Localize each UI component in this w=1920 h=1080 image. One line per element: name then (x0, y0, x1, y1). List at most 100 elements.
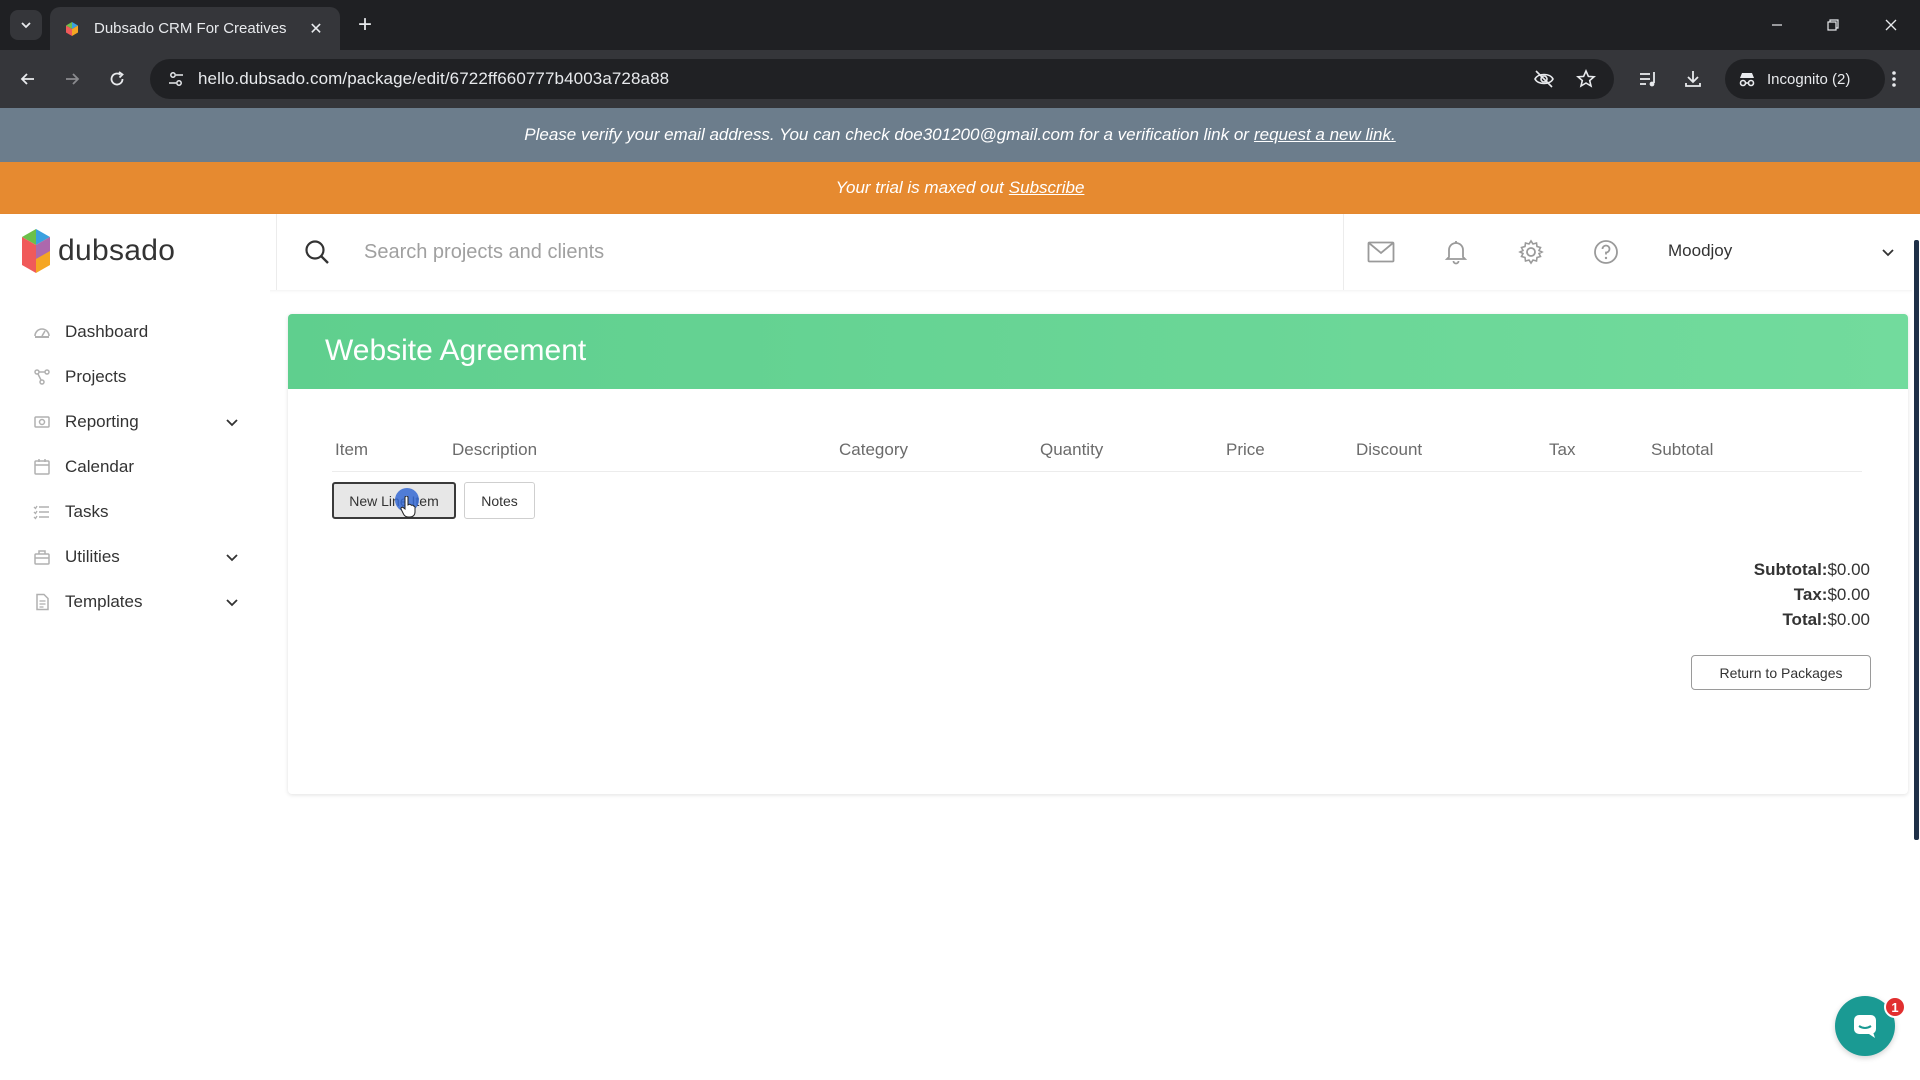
reload-icon (110, 71, 124, 86)
total-value: $0.00 (1827, 610, 1870, 629)
column-header-tax: Tax (1549, 440, 1576, 459)
package-title: Website Agreement (325, 334, 587, 367)
tasks-icon (32, 502, 52, 522)
bookmark-star-icon[interactable] (1574, 67, 1598, 91)
tax-row: Tax:$0.00 (1754, 582, 1870, 607)
notes-button[interactable]: Notes (464, 482, 535, 519)
sidebar-item-projects[interactable]: Projects (0, 355, 270, 399)
chevron-down-icon[interactable] (1878, 242, 1898, 262)
package-card: Website Agreement Item Description Categ… (288, 314, 1908, 794)
subtotal-label: Subtotal: (1753, 560, 1828, 579)
incognito-label: Incognito (2) (1767, 70, 1851, 88)
restore-button[interactable] (1818, 10, 1848, 40)
column-header-discount: Discount (1356, 440, 1423, 459)
request-new-link[interactable]: request a new link. (1254, 125, 1396, 145)
header-divider (332, 471, 1862, 472)
gear-icon[interactable] (1515, 236, 1547, 268)
dubsado-logo-icon (22, 229, 50, 273)
tab-close-icon[interactable]: ✕ (306, 19, 326, 39)
new-line-item-button[interactable]: New Line Item (332, 482, 456, 519)
projects-icon (32, 367, 52, 387)
calendar-icon (32, 457, 52, 477)
column-header-quantity: Quantity (1040, 440, 1104, 459)
sidebar-item-label: Projects (65, 367, 127, 386)
help-icon[interactable] (1590, 236, 1622, 268)
sidebar-item-templates[interactable]: Templates (0, 580, 270, 624)
incognito-button[interactable]: Incognito (2) (1725, 59, 1885, 99)
url-text: hello.dubsado.com/package/edit/6722ff660… (198, 69, 670, 88)
chevron-down-icon (21, 22, 31, 29)
close-window-button[interactable] (1876, 10, 1906, 40)
tax-label: Tax: (1793, 585, 1828, 604)
mail-icon[interactable] (1365, 236, 1397, 268)
header-divider (276, 214, 277, 290)
package-card-header: Website Agreement (288, 314, 1908, 389)
hand-cursor-icon (400, 496, 416, 518)
return-to-packages-button[interactable]: Return to Packages (1691, 655, 1871, 690)
logo-text: dubsado (58, 234, 176, 267)
sidebar-item-utilities[interactable]: Utilities (0, 535, 270, 579)
sidebar-item-label: Utilities (65, 547, 120, 566)
templates-icon (32, 592, 52, 612)
column-header-description: Description (452, 440, 538, 459)
forward-button[interactable] (57, 64, 87, 94)
back-button[interactable] (13, 64, 43, 94)
subscribe-link[interactable]: Subscribe (1009, 178, 1085, 198)
reporting-icon (32, 412, 52, 432)
sidebar-item-dashboard[interactable]: Dashboard (0, 310, 270, 354)
chevron-down-icon[interactable] (222, 592, 242, 612)
sidebar-item-tasks[interactable]: Tasks (0, 490, 270, 534)
user-name[interactable]: Moodjoy (1668, 241, 1732, 261)
download-icon[interactable] (1679, 65, 1707, 93)
sidebar: Dashboard Projects Reporting Calendar Ta… (0, 290, 270, 1080)
arrow-left-icon (20, 73, 34, 85)
eye-off-icon[interactable] (1532, 67, 1556, 91)
total-label: Total: (1782, 610, 1828, 629)
total-row: Total:$0.00 (1754, 607, 1870, 632)
close-icon (1885, 19, 1897, 31)
column-header-subtotal: Subtotal (1651, 440, 1714, 459)
sidebar-item-label: Templates (65, 592, 143, 611)
reload-button[interactable] (102, 64, 132, 94)
dubsado-favicon-icon (66, 21, 78, 36)
column-header-category: Category (839, 440, 908, 459)
column-header-price: Price (1226, 440, 1265, 459)
browser-tabstrip: Dubsado CRM For Creatives ✕ + (0, 0, 1920, 50)
verify-email-banner: Please verify your email address. You ca… (0, 108, 1920, 162)
trial-text: Your trial is maxed out (835, 178, 1004, 197)
sidebar-item-reporting[interactable]: Reporting (0, 400, 270, 444)
totals-summary: Subtotal:$0.00 Tax:$0.00 Total:$0.00 (1754, 557, 1870, 632)
chevron-down-icon[interactable] (222, 412, 242, 432)
verify-email-text: Please verify your email address. You ca… (524, 125, 1249, 144)
browser-menu-icon[interactable] (1880, 65, 1908, 93)
bell-icon[interactable] (1440, 236, 1472, 268)
sidebar-item-label: Reporting (65, 412, 139, 431)
media-controls-icon[interactable] (1634, 65, 1662, 93)
arrow-right-icon (66, 73, 80, 85)
dubsado-logo[interactable]: dubsado (22, 227, 175, 275)
subtotal-value: $0.00 (1827, 560, 1870, 579)
dashboard-icon (32, 322, 52, 342)
subtotal-row: Subtotal:$0.00 (1754, 557, 1870, 582)
chat-icon (1854, 1015, 1876, 1038)
incognito-icon (1739, 73, 1755, 87)
trial-banner: Your trial is maxed out Subscribe (0, 162, 1920, 214)
restore-icon (1827, 19, 1839, 31)
browser-tab-active[interactable]: Dubsado CRM For Creatives ✕ (50, 7, 340, 50)
utilities-icon (32, 547, 52, 567)
sidebar-item-label: Dashboard (65, 322, 149, 341)
tab-search-button[interactable] (10, 10, 42, 40)
page-scrollbar-thumb[interactable] (1914, 240, 1919, 840)
minimize-icon (1772, 24, 1782, 26)
chevron-down-icon[interactable] (222, 547, 242, 567)
new-tab-button[interactable]: + (352, 12, 378, 38)
app-header: dubsado Moodjoy (0, 214, 1920, 290)
chat-notification-badge: 1 (1884, 996, 1906, 1018)
browser-toolbar: hello.dubsado.com/package/edit/6722ff660… (0, 50, 1920, 108)
sidebar-item-calendar[interactable]: Calendar (0, 445, 270, 489)
column-header-item: Item (335, 440, 369, 459)
site-info-button[interactable] (154, 59, 198, 99)
address-bar[interactable]: hello.dubsado.com/package/edit/6722ff660… (150, 59, 1614, 99)
minimize-button[interactable] (1762, 10, 1792, 40)
search-input[interactable] (364, 232, 1264, 272)
